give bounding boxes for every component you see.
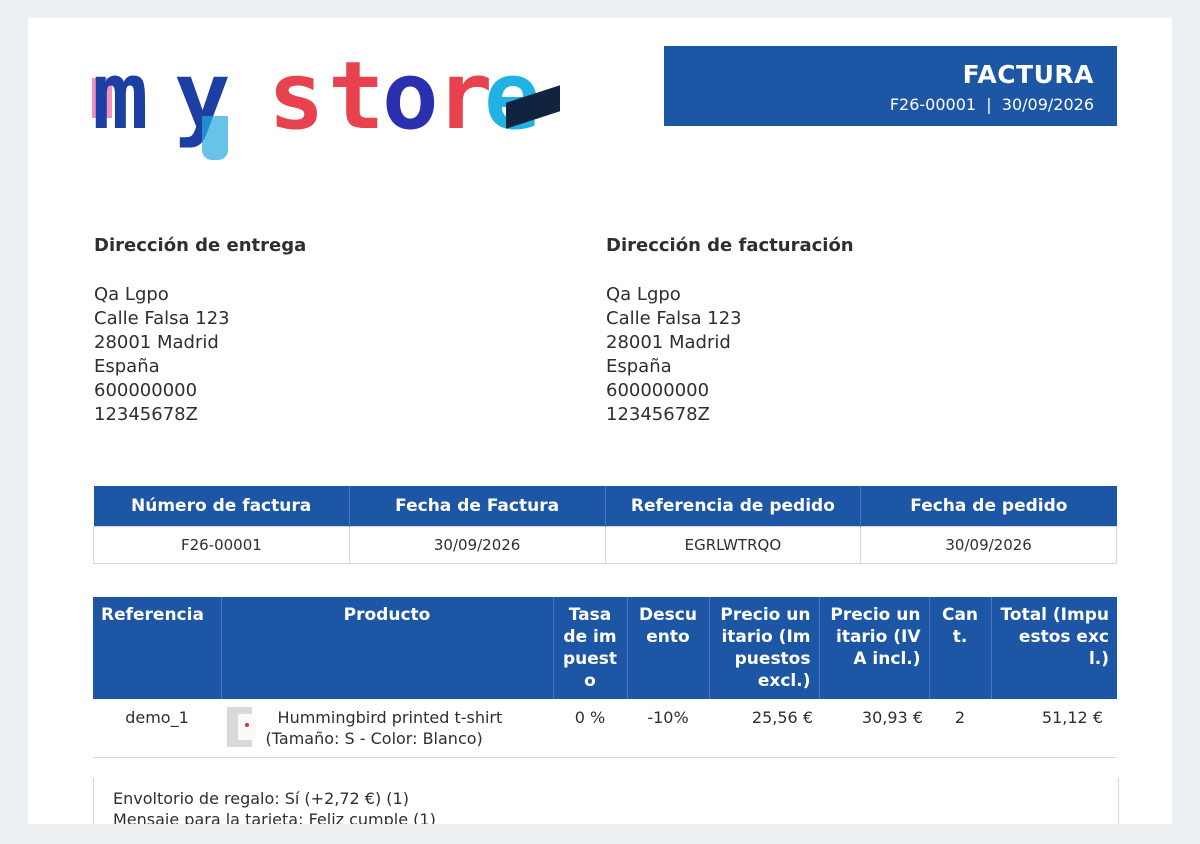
tax-rate: 0 % (553, 699, 627, 758)
table-cell: EGRLWTRQO (604, 526, 862, 564)
invoice-date: 30/09/2026 (1001, 95, 1094, 114)
address-line: Qa Lgpo (94, 284, 169, 305)
address-line: Qa Lgpo (606, 284, 681, 305)
product-cell: Hummingbird printed t-shirt (Tamaño: S -… (221, 699, 553, 758)
address-line: España (94, 356, 160, 377)
invoice-number: F26-00001 (889, 95, 977, 114)
invoice-page: m y s t o r e FACTURA F26-00001 | 30/09/… (28, 18, 1172, 824)
address-line: Calle Falsa 123 (94, 308, 230, 329)
column-header: Descuento (627, 597, 710, 699)
address-line: 600000000 (606, 380, 710, 401)
line-total: 51,12 € (991, 699, 1117, 758)
column-header: Fecha de Factura (349, 486, 606, 527)
tshirt-thumbnail (227, 707, 256, 747)
column-header: Producto (221, 597, 554, 699)
address-line: 600000000 (94, 380, 198, 401)
delivery-address: Dirección de entrega Qa Lgpo Calle Falsa… (94, 235, 534, 427)
column-header: Tasa de impuesto (553, 597, 628, 699)
customization-line: Mensaje para la tarjeta: Feliz cumple (1… (113, 810, 436, 824)
product-reference: demo_1 (93, 699, 221, 758)
table-header-row: Referencia Producto Tasa de impuesto Des… (93, 597, 1117, 699)
invoice-subtitle: F26-00001 | 30/09/2026 (890, 95, 1094, 114)
address-line: 28001 Madrid (94, 332, 219, 353)
column-header: Referencia (93, 597, 222, 699)
unit-price-excl: 25,56 € (709, 699, 819, 758)
table-row: F26-00001 30/09/2026 EGRLWTRQO 30/09/202… (93, 526, 1117, 564)
table-header-row: Número de factura Fecha de Factura Refer… (93, 486, 1117, 527)
quantity: 2 (929, 699, 991, 758)
table-cell: 30/09/2026 (860, 526, 1117, 564)
invoice-title: FACTURA (962, 60, 1094, 89)
column-header: Referencia de pedido (605, 486, 862, 527)
table-cell: 30/09/2026 (348, 526, 606, 564)
billing-address: Dirección de facturación Qa Lgpo Calle F… (606, 235, 1046, 427)
delivery-heading: Dirección de entrega (94, 235, 307, 256)
customization-line: Envoltorio de regalo: Sí (+2,72 €) (1) (113, 789, 409, 808)
address-line: 12345678Z (94, 404, 198, 425)
column-header: Fecha de pedido (860, 486, 1117, 527)
column-header: Precio unitario (IVA incl.) (819, 597, 930, 699)
customization-info: Envoltorio de regalo: Sí (+2,72 €) (1) M… (113, 788, 436, 824)
invoice-summary-table: Número de factura Fecha de Factura Refer… (93, 486, 1117, 564)
billing-heading: Dirección de facturación (606, 235, 854, 256)
address-line: 12345678Z (606, 404, 710, 425)
table-row: demo_1 Hummingbird printed t-shirt (Tama… (93, 699, 1117, 758)
column-header: Total (Impuestos excl.) (991, 597, 1117, 699)
address-line: 28001 Madrid (606, 332, 731, 353)
invoice-header: FACTURA F26-00001 | 30/09/2026 (664, 46, 1117, 126)
products-table: Referencia Producto Tasa de impuesto Des… (93, 597, 1117, 758)
separator: | (986, 95, 992, 114)
unit-price-incl: 30,93 € (819, 699, 929, 758)
column-header: Número de factura (93, 486, 350, 527)
product-name: Hummingbird printed t-shirt (Tamaño: S -… (265, 708, 503, 748)
table-cell: F26-00001 (93, 526, 350, 564)
column-header: Cant. (929, 597, 992, 699)
discount: -10% (627, 699, 709, 758)
address-line: Calle Falsa 123 (606, 308, 742, 329)
address-line: España (606, 356, 672, 377)
column-header: Precio unitario (Impuestos excl.) (709, 597, 820, 699)
